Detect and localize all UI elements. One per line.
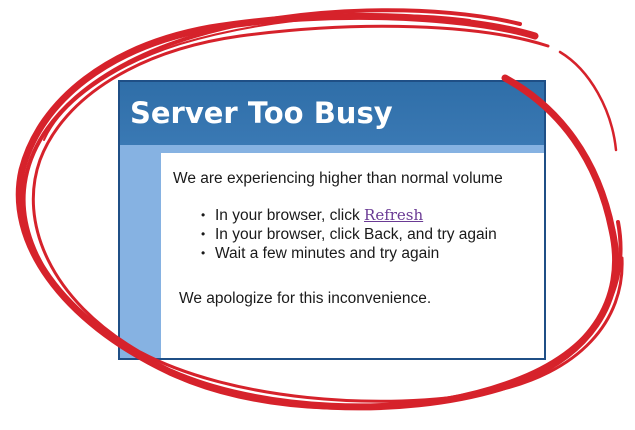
left-sidebar-strip (120, 153, 161, 358)
scribble-stroke (558, 50, 618, 152)
error-panel: Server Too Busy We are experiencing high… (120, 82, 544, 358)
screenshot-stage: Server Too Busy We are experiencing high… (0, 0, 635, 430)
bullet-icon: • (201, 246, 206, 260)
apology-text: We apologize for this inconvenience. (179, 290, 432, 307)
bullet-icon: • (201, 208, 206, 222)
list-item: • Wait a few minutes and try again (201, 244, 497, 263)
panel-header: Server Too Busy (120, 82, 544, 145)
list-item: • In your browser, click Refresh (201, 206, 497, 225)
refresh-link[interactable]: Refresh (364, 206, 423, 224)
instructions-list: • In your browser, click Refresh • In yo… (201, 206, 497, 263)
page-title: Server Too Busy (130, 96, 393, 130)
bullet-icon: • (201, 227, 206, 241)
intro-text: We are experiencing higher than normal v… (173, 170, 503, 187)
list-item-text: In your browser, click Back, and try aga… (215, 226, 497, 243)
message-content: We are experiencing higher than normal v… (161, 153, 544, 358)
list-item: • In your browser, click Back, and try a… (201, 225, 497, 244)
header-divider (120, 145, 544, 153)
scribble-stroke (249, 383, 521, 409)
list-item-text: In your browser, click (215, 207, 365, 224)
list-item-text: Wait a few minutes and try again (215, 245, 440, 262)
